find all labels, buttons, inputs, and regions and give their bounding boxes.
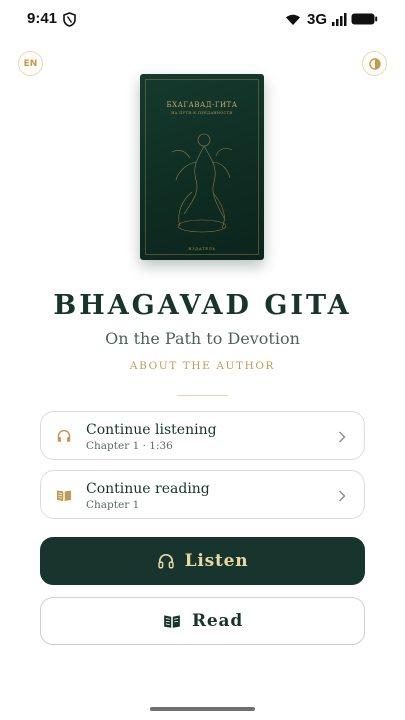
read-label: Read [191, 611, 244, 631]
continue-listening-card[interactable]: Continue listening Chapter 1 · 1:36 [40, 411, 365, 460]
headphones-icon [157, 553, 174, 569]
language-label: EN [23, 58, 38, 69]
home-indicator[interactable] [150, 707, 255, 711]
about-author-link[interactable]: ABOUT THE AUTHOR [0, 360, 405, 372]
cover-illustration [171, 133, 233, 233]
continue-listening-meta: Chapter 1 · 1:36 [86, 440, 173, 452]
cover-title: БХАГАВАД-ГИТА [166, 101, 238, 109]
headphones-icon [57, 429, 71, 442]
open-book-icon [164, 615, 180, 628]
status-icons: 3G [285, 10, 378, 28]
signal-icon [332, 13, 347, 26]
chevron-right-icon [339, 490, 346, 502]
half-circle-contrast-icon [368, 57, 381, 70]
wifi-icon [285, 14, 300, 25]
book-title: BHAGAVAD GITA [53, 290, 352, 321]
network-type: 3G [306, 10, 327, 28]
theme-toggle[interactable] [362, 51, 387, 76]
read-button[interactable]: Read [40, 597, 365, 645]
book-subtitle: On the Path to Devotion [105, 329, 300, 348]
continue-reading-meta: Chapter 1 [86, 499, 140, 511]
shield-icon [63, 12, 76, 27]
continue-reading-card[interactable]: Continue reading Chapter 1 [40, 470, 365, 519]
status-time: 9:41 [27, 10, 58, 27]
book-cover: БХАГАВАД-ГИТА НА ПУТИ К ПРЕДАННОСТИ ИЗДА… [140, 74, 264, 260]
battery-icon [351, 13, 378, 25]
divider [177, 395, 228, 396]
cover-subtitle: НА ПУТИ К ПРЕДАННОСТИ [171, 111, 233, 115]
status-bar: 9:41 3G [0, 0, 405, 38]
cover-footer: ИЗДАТЕЛЬ [188, 247, 216, 251]
continue-listening-title: Continue listening [86, 422, 217, 438]
listen-button[interactable]: Listen [40, 537, 365, 585]
open-book-icon [57, 490, 71, 501]
continue-reading-title: Continue reading [86, 481, 210, 497]
language-toggle[interactable]: EN [18, 51, 43, 76]
listen-label: Listen [184, 551, 249, 571]
chevron-right-icon [339, 431, 346, 443]
